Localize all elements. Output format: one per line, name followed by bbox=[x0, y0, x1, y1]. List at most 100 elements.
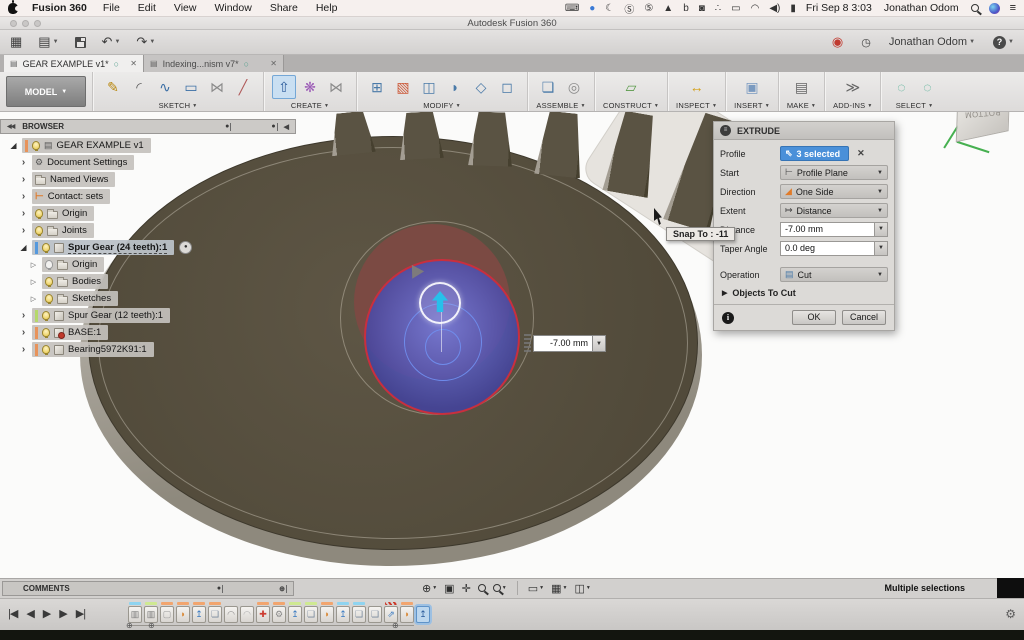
record-icon[interactable]: ◉ bbox=[832, 34, 843, 50]
browser-item[interactable]: ◢▤GEAR EXAMPLE v1 bbox=[0, 137, 296, 154]
visibility-bulb-icon[interactable] bbox=[32, 141, 40, 150]
browser-item[interactable]: ›Named Views bbox=[0, 171, 296, 188]
ribbon-group-label[interactable]: CONSTRUCT▼ bbox=[603, 100, 659, 111]
visibility-bulb-icon[interactable] bbox=[35, 226, 43, 235]
browser-item[interactable]: ◢Spur Gear (24 teeth):1● bbox=[0, 239, 296, 256]
select-window-icon[interactable]: ◌ bbox=[915, 75, 939, 99]
menubar-user[interactable]: Jonathan Odom bbox=[884, 2, 959, 14]
browser-item[interactable]: ▷Sketches bbox=[0, 290, 296, 307]
step-forward-button[interactable]: ▶ bbox=[59, 607, 66, 620]
panel-slider-marker[interactable]: ● bbox=[225, 123, 231, 131]
expand-tree-icon[interactable]: › bbox=[18, 327, 29, 338]
timeline-feature-icon[interactable]: ↥ bbox=[336, 606, 350, 623]
moon-status-icon[interactable]: ☾ bbox=[605, 3, 614, 14]
insert-image-icon[interactable]: ▣ bbox=[740, 75, 764, 99]
go-to-end-button[interactable]: ▶| bbox=[76, 607, 85, 620]
shield-s-status-icon[interactable]: Ⓢ bbox=[624, 1, 634, 16]
battery-status-icon[interactable]: ▮ bbox=[790, 3, 796, 14]
timeline-feature-icon[interactable]: ◠ bbox=[224, 606, 238, 623]
taper-angle-input[interactable]: 0.0 deg bbox=[780, 241, 875, 256]
combine-icon[interactable]: ◫ bbox=[417, 75, 441, 99]
new-component-icon[interactable]: ❏ bbox=[536, 75, 560, 99]
browser-sphere-status-icon[interactable]: ● bbox=[589, 3, 595, 14]
timeline-feature-body[interactable]: ❏ bbox=[304, 602, 318, 623]
clear-selection-icon[interactable]: ✕ bbox=[857, 148, 865, 159]
distance-value-input[interactable]: -7.00 mm bbox=[533, 335, 593, 352]
timeline-feature-export[interactable]: ⇗ bbox=[384, 602, 398, 623]
coil-icon[interactable]: ❋ bbox=[298, 75, 322, 99]
ribbon-group-label[interactable]: MAKE▼ bbox=[787, 100, 816, 111]
workspace-selector-button[interactable]: MODEL▼ bbox=[6, 76, 86, 107]
ribbon-group-label[interactable]: MODIFY▼ bbox=[423, 100, 461, 111]
trim-icon[interactable]: ╱ bbox=[231, 75, 255, 99]
ribbon-group-label[interactable]: INSERT▼ bbox=[734, 100, 770, 111]
drag-grip-icon[interactable] bbox=[524, 334, 531, 352]
appearance-icon[interactable]: ▧ bbox=[391, 75, 415, 99]
browser-item[interactable]: ›⊢Contact: sets bbox=[0, 188, 296, 205]
browser-item[interactable]: ›BASE:1 bbox=[0, 324, 296, 341]
ribbon-group-label[interactable]: SELECT▼ bbox=[896, 100, 934, 111]
timeline-feature-extrude[interactable]: ↥ bbox=[288, 602, 302, 623]
zoom-window-button[interactable] bbox=[34, 20, 41, 27]
assistant-status-icon[interactable]: ∴ bbox=[715, 3, 721, 14]
timeline-feature-revolve[interactable]: ◗ bbox=[400, 602, 414, 623]
collapse-tree-icon[interactable]: ◢ bbox=[8, 141, 19, 150]
close-tab-icon[interactable]: ✕ bbox=[130, 59, 137, 68]
operation-dropdown[interactable]: ▤Cut▼ bbox=[780, 267, 888, 282]
timeline-feature-icon[interactable]: ▢ bbox=[160, 606, 174, 623]
extent-dropdown[interactable]: ↦Distance▼ bbox=[780, 203, 888, 218]
airplay-status-icon[interactable]: ▭ bbox=[731, 3, 740, 14]
extrude-dialog-header[interactable]: ≡ EXTRUDE bbox=[714, 122, 894, 140]
notification-center-icon[interactable]: ≡ bbox=[1010, 2, 1016, 14]
close-tab-icon[interactable]: ✕ bbox=[270, 59, 277, 68]
shield-check-status-icon[interactable]: ◙ bbox=[699, 3, 705, 14]
measure-icon[interactable]: ↔ bbox=[685, 75, 709, 99]
timeline-feature-icon[interactable]: ❏ bbox=[368, 606, 382, 623]
data-panel-grid-icon[interactable]: ▦ bbox=[10, 34, 22, 50]
timeline-feature-icon[interactable]: ◗ bbox=[400, 606, 414, 623]
expand-tree-icon[interactable]: › bbox=[18, 191, 29, 202]
timeline-feature-revolve[interactable]: ◗ bbox=[320, 602, 334, 623]
cancel-button[interactable]: Cancel bbox=[842, 310, 886, 325]
profile-selection-chip[interactable]: ⇖3 selected bbox=[780, 146, 849, 161]
timeline-feature-revolve[interactable]: ◠ bbox=[224, 602, 238, 623]
browser-item[interactable]: ›Joints bbox=[0, 222, 296, 239]
ribbon-group-label[interactable]: ASSEMBLE▼ bbox=[536, 100, 585, 111]
distance-input[interactable]: -7.00 mm bbox=[780, 222, 875, 237]
shell-icon[interactable]: ◻ bbox=[495, 75, 519, 99]
timeline-feature-icon[interactable]: ❏ bbox=[304, 606, 318, 623]
look-at-icon[interactable]: ▣ bbox=[444, 582, 454, 595]
timeline-feature-extrude[interactable]: ↥ bbox=[336, 602, 350, 623]
mirror-icon[interactable]: ⋈ bbox=[205, 75, 229, 99]
timeline-feature-icon[interactable]: ↥ bbox=[416, 606, 430, 623]
visibility-bulb-icon[interactable] bbox=[42, 345, 50, 354]
orbit-icon[interactable]: ⊕▼ bbox=[422, 582, 437, 595]
spinner-dropdown-icon[interactable]: ▼ bbox=[875, 241, 888, 256]
timeline-feature-joint[interactable]: ⚙ bbox=[272, 602, 286, 623]
timeline-feature-icon[interactable]: ⚙ bbox=[272, 606, 286, 623]
timeline-marker-icon[interactable]: ⊕ bbox=[148, 621, 155, 630]
timeline-feature-body[interactable]: ❏ bbox=[368, 602, 382, 623]
visibility-bulb-icon[interactable] bbox=[42, 311, 50, 320]
distance-dropdown-button[interactable]: ▼ bbox=[593, 335, 606, 352]
visibility-bulb-icon[interactable] bbox=[42, 328, 50, 337]
undo-icon[interactable]: ↶▼ bbox=[102, 34, 121, 50]
close-window-button[interactable] bbox=[10, 20, 17, 27]
timeline-feature-pin[interactable]: ✚ bbox=[256, 602, 270, 623]
menu-view[interactable]: View bbox=[174, 2, 197, 14]
joint-icon[interactable]: ◎ bbox=[562, 75, 586, 99]
ok-button[interactable]: OK bbox=[792, 310, 836, 325]
timeline-feature-icon[interactable]: ◗ bbox=[176, 606, 190, 623]
expand-tree-icon[interactable]: › bbox=[18, 310, 29, 321]
press-pull-icon[interactable]: ⊞ bbox=[365, 75, 389, 99]
timeline-settings-gear-icon[interactable]: ⚙ bbox=[1005, 607, 1016, 621]
spinner-dropdown-icon[interactable]: ▼ bbox=[875, 222, 888, 237]
ribbon-group-label[interactable]: CREATE▼ bbox=[291, 100, 329, 111]
scripts-addins-icon[interactable]: ≫ bbox=[841, 75, 865, 99]
step-back-button[interactable]: ◀ bbox=[26, 607, 33, 620]
volume-status-icon[interactable]: ◀) bbox=[769, 3, 780, 14]
objects-to-cut-row[interactable]: ▶ Objects To Cut bbox=[714, 284, 894, 304]
timeline-feature-extrude-editing[interactable]: ↥ bbox=[416, 602, 430, 623]
timeline-feature-revolve[interactable]: ◠ bbox=[240, 602, 254, 623]
ribbon-group-label[interactable]: INSPECT▼ bbox=[676, 100, 717, 111]
